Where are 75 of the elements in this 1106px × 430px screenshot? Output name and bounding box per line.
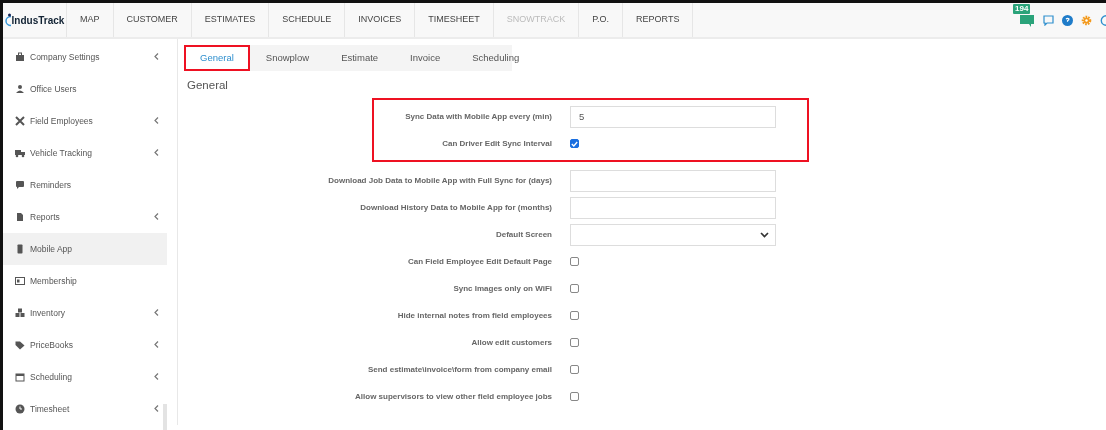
chevron-icon <box>154 213 159 221</box>
user-icon <box>15 84 25 94</box>
chevron-icon <box>154 373 159 381</box>
nav-item[interactable]: ESTIMATES <box>191 3 270 37</box>
chevron-icon <box>154 309 159 317</box>
sidebar-item[interactable]: Membership <box>3 265 167 297</box>
sidebar-item[interactable]: Field Employees <box>3 105 167 137</box>
clock-icon <box>15 404 25 414</box>
tools-icon <box>15 116 25 126</box>
phone-icon <box>15 244 25 254</box>
field-label: Allow edit customers <box>470 336 553 349</box>
sidebar-item[interactable]: Office Users <box>3 73 167 105</box>
message-icon <box>1043 14 1054 26</box>
tab[interactable]: General <box>184 45 250 71</box>
id-card-icon <box>15 276 25 286</box>
nav-item[interactable]: MAP <box>67 3 114 37</box>
tab[interactable]: Estimate <box>325 45 395 71</box>
chevron-icon <box>154 53 159 61</box>
chevron-icon <box>154 149 159 157</box>
field-label: Hide internal notes from field employees <box>396 309 553 322</box>
tab[interactable]: Snowplow <box>249 45 326 71</box>
logo-ring-icon <box>4 13 11 27</box>
field-label: Can Field Employee Edit Default Page <box>406 255 553 268</box>
checkbox[interactable] <box>570 338 579 348</box>
sidebar-item[interactable]: Reports <box>3 201 167 233</box>
chevron-icon <box>154 341 159 349</box>
checkbox[interactable] <box>570 284 579 294</box>
chevron-icon <box>154 405 159 413</box>
logo-text[interactable]: IndusTrack <box>11 12 65 28</box>
field-label: Can Driver Edit Sync Interval <box>441 137 553 150</box>
sidebar-item[interactable]: Mobile App <box>3 233 167 265</box>
document-icon <box>15 212 25 222</box>
nav-item[interactable]: REPORTS <box>623 3 694 37</box>
section-title: General <box>187 78 229 93</box>
sidebar-item[interactable]: Scheduling <box>3 361 167 393</box>
input-field[interactable] <box>570 196 776 219</box>
chevron-icon <box>154 117 159 125</box>
checkbox[interactable] <box>570 257 579 267</box>
field-label: Allow supervisors to view other field employee jobs <box>354 390 553 403</box>
field-label: Default Screen <box>494 228 553 241</box>
nav-item[interactable]: CUSTOMER <box>113 3 192 37</box>
field-label: Download History Data to Mobile App for (months) <box>359 201 553 214</box>
sidebar-item[interactable]: Company Settings <box>3 41 167 73</box>
sidebar-item[interactable]: PriceBooks <box>3 329 167 361</box>
field-label: Sync Images only on WiFi <box>452 282 553 295</box>
input-field[interactable]: 5 <box>570 105 776 128</box>
nav-item[interactable]: TIMESHEET <box>415 3 494 37</box>
truck-icon <box>15 148 25 158</box>
settings-icon <box>1081 14 1092 26</box>
help-icon <box>1062 14 1073 26</box>
calendar-icon <box>15 372 25 382</box>
briefcase-icon <box>15 52 25 62</box>
field-label: Download Job Data to Mobile App with Full Sync for (days) <box>327 174 553 187</box>
nav-item[interactable]: INVOICES <box>345 3 416 37</box>
tag-icon <box>15 340 25 350</box>
field-label: Sync Data with Mobile App every (min) <box>404 110 553 123</box>
input-field[interactable] <box>570 169 776 192</box>
nav-item[interactable]: SCHEDULE <box>269 3 346 37</box>
sidebar-item[interactable]: Inventory <box>3 297 167 329</box>
checkbox[interactable] <box>570 139 579 149</box>
chevron-down-icon <box>760 231 769 238</box>
notification-badge: 194 <box>1013 4 1031 14</box>
sidebar-item[interactable]: Timesheet <box>3 393 167 425</box>
tab[interactable]: Scheduling <box>456 45 536 71</box>
sidebar-item[interactable]: Reminders <box>3 169 167 201</box>
boxes-icon <box>15 308 25 318</box>
checkbox[interactable] <box>570 311 579 321</box>
chat-icon <box>1019 13 1035 27</box>
checkbox[interactable] <box>570 365 579 375</box>
tab[interactable]: Invoice <box>394 45 457 71</box>
field-label: Send estimate\invoice\form from company email <box>366 363 553 376</box>
comment-icon <box>15 180 25 190</box>
checkbox[interactable] <box>570 392 579 402</box>
sidebar-item[interactable]: Vehicle Tracking <box>3 137 167 169</box>
nav-item[interactable]: P.O. <box>579 3 624 37</box>
